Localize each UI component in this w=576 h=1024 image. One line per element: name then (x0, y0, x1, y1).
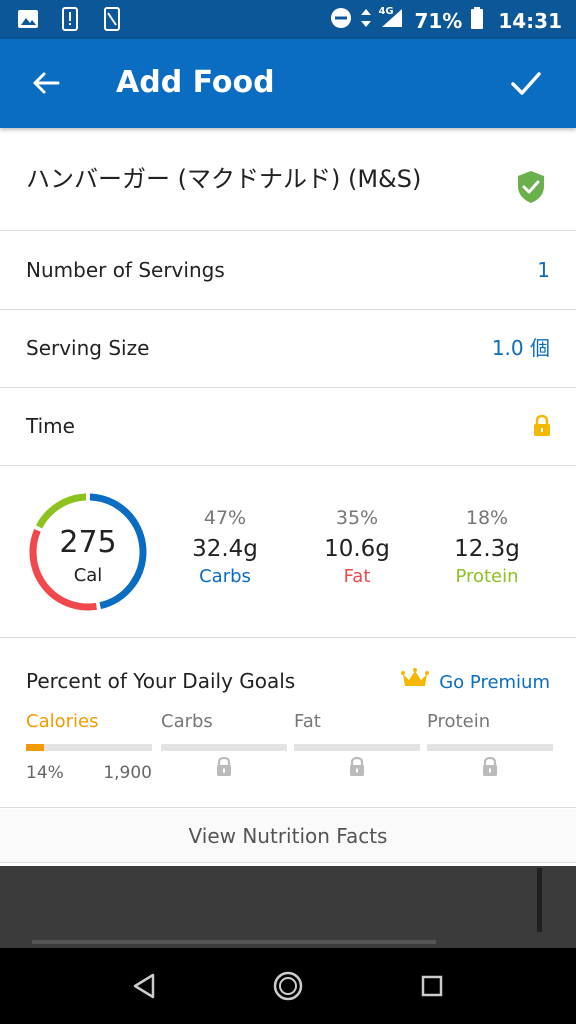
macro-name: Carbs (199, 566, 251, 587)
macro-percent: 18% (465, 507, 509, 529)
arrow-left-icon[interactable] (28, 65, 64, 101)
phone-icon (100, 7, 124, 31)
goal-target: 1,900 (103, 763, 152, 783)
macro-carbs: 47% 32.4g Carbs (160, 506, 290, 588)
bottom-panel (0, 866, 576, 948)
home-nav-icon[interactable] (270, 968, 306, 1004)
macro-amount: 32.4g (192, 536, 258, 562)
goal-progress-bar (427, 744, 553, 751)
macro-summary: 275 Cal 47% 32.4g Carbs 35% 10.6g Fat 18… (0, 466, 576, 638)
goal-name: Fat (294, 711, 321, 732)
time-row[interactable]: Time (0, 388, 576, 466)
goal-protein: Protein (427, 710, 553, 777)
recents-nav-icon[interactable] (414, 968, 450, 1004)
go-premium-label: Go Premium (439, 672, 550, 693)
macro-amount: 12.3g (454, 536, 520, 562)
status-bar: 4G 71% 14:31 (0, 0, 576, 39)
macro-amount: 10.6g (324, 536, 390, 562)
lock-icon (161, 757, 287, 777)
goal-progress-bar (161, 744, 287, 751)
alert-icon (58, 7, 82, 31)
page-title: Add Food (116, 65, 275, 100)
time-label: Time (26, 414, 75, 438)
signal-icon: 4G (378, 6, 406, 35)
goal-carbs: Carbs (161, 710, 287, 777)
macro-fat: 35% 10.6g Fat (292, 506, 422, 588)
lock-icon (532, 414, 552, 441)
serving-size-label: Serving Size (26, 336, 150, 360)
shield-check-icon (515, 169, 547, 209)
system-nav-bar (0, 948, 576, 1024)
go-premium-link[interactable]: Go Premium (401, 668, 550, 698)
network-label: 4G (378, 6, 394, 17)
vertical-scrollbar[interactable] (537, 868, 542, 932)
food-name-row: ハンバーガー (マクドナルド) (M&S) (0, 128, 576, 231)
crown-icon (401, 668, 430, 698)
clock: 14:31 (498, 9, 562, 33)
macro-percent: 47% (203, 507, 247, 529)
image-icon (16, 7, 40, 31)
horizontal-scrollbar[interactable] (32, 940, 436, 944)
goal-name: Carbs (161, 711, 213, 732)
food-name: ハンバーガー (マクドナルド) (M&S) (26, 165, 422, 193)
macro-name: Protein (455, 566, 519, 587)
servings-value[interactable]: 1 (537, 257, 550, 283)
calorie-unit: Cal (73, 565, 103, 586)
servings-row[interactable]: Number of Servings 1 (0, 232, 576, 310)
view-nutrition-facts-button[interactable]: View Nutrition Facts (0, 809, 576, 863)
serving-size-row[interactable]: Serving Size 1.0 個 (0, 310, 576, 388)
goal-percent: 14% (26, 763, 64, 783)
battery-percent: 71% (414, 9, 463, 33)
macro-protein: 18% 12.3g Protein (422, 506, 552, 588)
macro-percent: 35% (335, 507, 379, 529)
ring-arc-protein (35, 493, 87, 529)
calorie-value: 275 (59, 525, 117, 560)
back-nav-icon[interactable] (126, 968, 162, 1004)
data-arrows-icon (360, 7, 372, 35)
goal-progress-bar (26, 744, 152, 751)
goal-progress-fill (26, 744, 44, 751)
dnd-icon (330, 7, 352, 35)
serving-size-value[interactable]: 1.0 個 (492, 335, 550, 361)
check-icon[interactable] (506, 63, 546, 103)
daily-goals: Percent of Your Daily Goals Go Premium C… (0, 638, 576, 808)
goals-heading: Percent of Your Daily Goals (26, 669, 296, 693)
goal-calories: Calories 14% 1,900 (26, 710, 152, 783)
lock-icon (427, 757, 553, 777)
goal-name: Calories (26, 711, 99, 732)
goal-fat: Fat (294, 710, 420, 777)
lock-icon (294, 757, 420, 777)
goal-progress-bar (294, 744, 420, 751)
macro-name: Fat (343, 566, 371, 587)
servings-label: Number of Servings (26, 258, 225, 282)
goal-name: Protein (427, 711, 491, 732)
app-bar: Add Food (0, 39, 576, 128)
battery-icon (470, 6, 484, 36)
